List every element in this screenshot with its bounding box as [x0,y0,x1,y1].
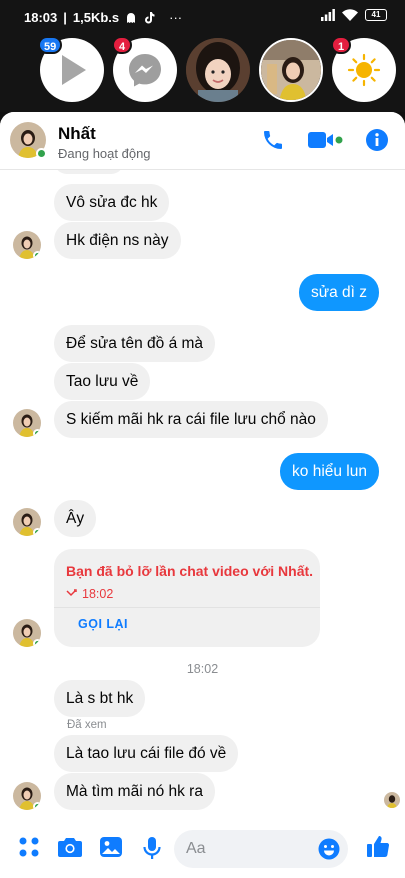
sender-avatar [13,619,41,647]
wifi-icon [342,9,358,21]
chat-heads: 59 4 1 [0,36,405,106]
microphone-icon[interactable] [141,836,163,860]
message-input-placeholder: Aa [186,840,206,857]
missed-call-title: Bạn đã bỏ lỡ lần chat video với Nhất. [66,563,314,579]
message-bubble[interactable]: Mà tìm mãi nó hk ra [54,773,215,810]
chat-head-contact-girl[interactable] [186,38,250,102]
call-back-button[interactable]: GỌI LẠI [78,617,128,631]
online-indicator [36,148,47,159]
battery-indicator: 41 [365,9,387,21]
contact-status: Đang hoạt động [58,146,151,161]
network-speed: 1,5Kb.s [72,10,120,25]
message-list[interactable]: Vô sửa đc hk Hk điện ns này sửa dì z Để … [0,148,405,820]
more-notifications: ··· [169,10,183,25]
missed-video-call-card: Bạn đã bỏ lỡ lần chat video với Nhất. 18… [54,549,320,647]
status-bar: 18:03 | 1,5Kb.s ··· 41 [0,0,405,34]
message-input[interactable]: Aa [174,830,348,868]
camera-icon[interactable] [58,836,82,858]
status-time: 18:03 [24,10,58,25]
message-bubble[interactable]: S kiếm mãi hk ra cái file lưu chổ nào [54,401,328,438]
menu-dots-icon[interactable] [18,836,40,858]
contact-name[interactable]: Nhất [58,124,96,144]
message-bubble[interactable]: Là s bt hk [54,680,146,717]
sender-avatar [13,782,41,810]
badge-messenger: 4 [112,36,132,54]
missed-call-time: 18:02 [82,587,114,601]
tiktok-icon [145,12,155,24]
top-overlay: 18:03 | 1,5Kb.s ··· 41 59 4 1 [0,0,405,112]
emoji-icon[interactable] [318,838,340,860]
time-divider: 18:02 [186,662,219,676]
phone-icon[interactable] [261,128,285,152]
avatar-girl [186,38,250,102]
message-bubble[interactable]: Ây [54,500,97,537]
sender-avatar [13,409,41,437]
gallery-icon[interactable] [99,836,123,858]
message-composer: Aa [0,820,405,878]
message-bubble-sent[interactable]: sửa dì z [298,274,379,311]
sender-avatar [13,231,41,259]
info-icon[interactable] [365,128,389,152]
badge-brightness: 1 [331,36,351,54]
message-bubble[interactable]: Hk điện ns này [54,222,181,259]
message-bubble[interactable]: Vô sửa đc hk [54,184,170,221]
badge-video-app: 59 [38,36,63,54]
message-bubble-sent[interactable]: ko hiểu lun [280,453,379,490]
chat-window: Nhất Đang hoạt động Vô sửa đc hk Hk điện… [0,112,405,878]
missed-call-icon [66,589,77,597]
chat-head-contact-nhat[interactable] [259,38,323,102]
read-receipt-avatar [384,792,400,808]
signal-icon [321,9,335,21]
avatar-nhat [261,40,321,100]
message-bubble[interactable]: Để sửa tên đồ á mà [54,325,216,362]
message-bubble[interactable]: Tao lưu về [54,363,151,400]
chat-header: Nhất Đang hoạt động [0,112,405,170]
like-icon[interactable] [366,834,390,858]
sender-avatar [13,508,41,536]
video-call-icon[interactable] [307,129,343,151]
seen-label: Đã xem [67,719,107,731]
message-bubble[interactable]: Là tao lưu cái file đó về [54,735,239,772]
ghost-icon [127,12,136,23]
